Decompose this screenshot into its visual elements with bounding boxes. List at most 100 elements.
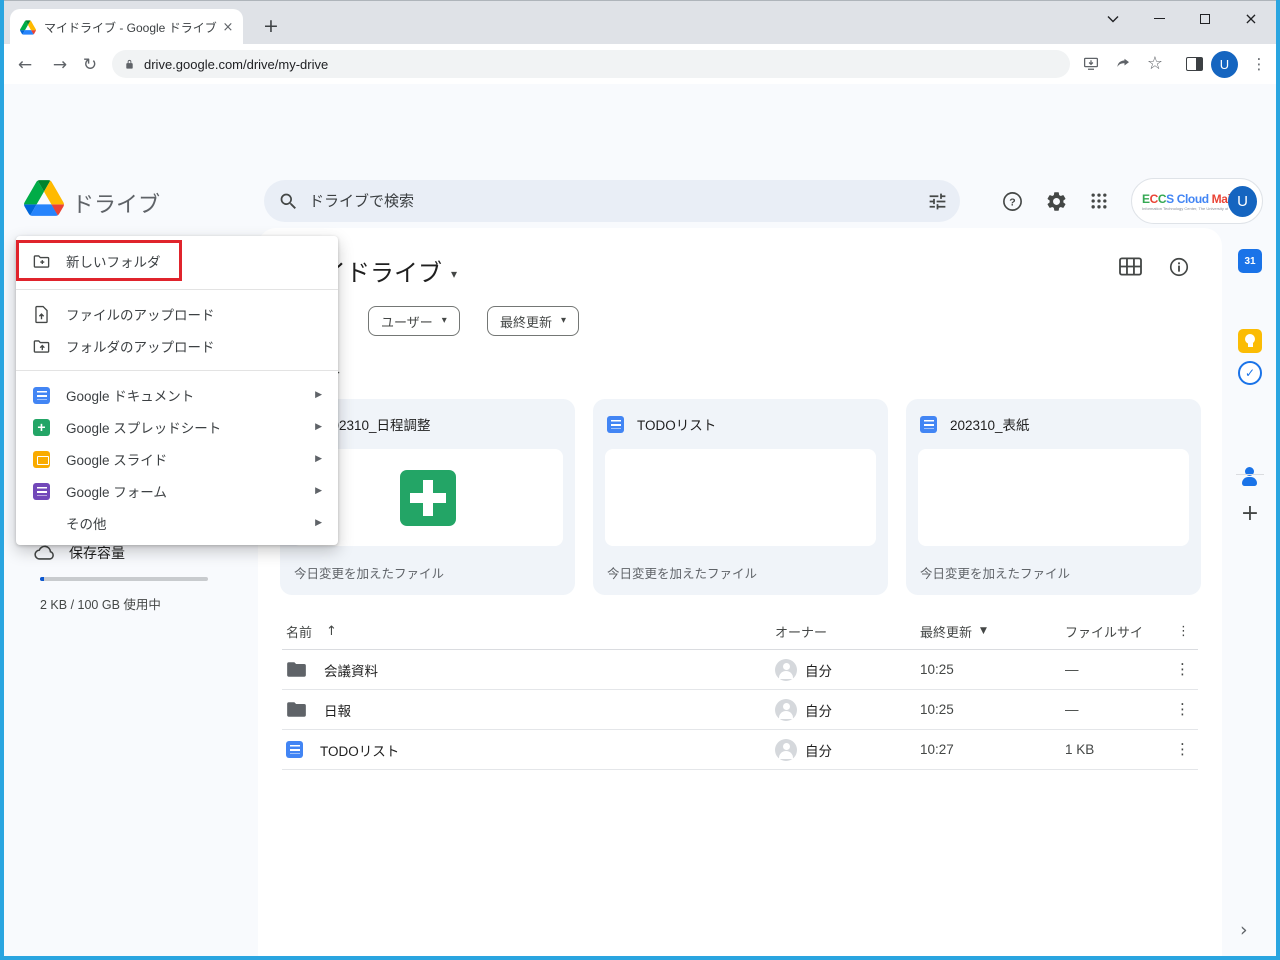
forms-icon — [33, 483, 50, 500]
eccs-account-badge[interactable]: ECCS Cloud Mail Information Technology C… — [1131, 178, 1263, 224]
table-row[interactable]: 日報 自分 10:25 — ⋮ — [282, 690, 1198, 730]
filter-chip-modified[interactable]: 最終更新▾ — [487, 306, 579, 336]
storage-progress-bar — [40, 577, 208, 581]
chevron-down-icon: ▾ — [561, 316, 566, 326]
table-row[interactable]: TODOリスト 自分 10:27 1 KB ⋮ — [282, 730, 1198, 770]
keep-icon[interactable] — [1238, 329, 1262, 353]
help-icon[interactable]: ? — [999, 188, 1025, 214]
url-text[interactable]: drive.google.com/drive/my-drive — [144, 57, 328, 72]
card-caption: 今日変更を加えたファイル — [607, 563, 757, 582]
tab-search-chevron-icon[interactable] — [1090, 2, 1136, 35]
reload-icon[interactable]: ↻ — [77, 52, 103, 78]
window-maximize-button[interactable] — [1182, 2, 1228, 35]
column-header-modified[interactable]: 最終更新 — [920, 622, 972, 641]
sort-ascending-icon[interactable]: ↑ — [326, 625, 337, 638]
side-panel-divider — [1236, 474, 1264, 475]
tab-close-icon[interactable]: × — [219, 18, 237, 36]
tasks-icon[interactable]: ✓ — [1238, 361, 1262, 385]
menu-item-google-sheets[interactable]: Google スプレッドシート ▶ — [16, 411, 338, 443]
suggested-card-3[interactable]: 202310_表紙 今日変更を加えたファイル — [906, 399, 1201, 595]
column-options-kebab-icon[interactable]: ⋮ — [1177, 614, 1190, 649]
grid-view-toggle-icon[interactable] — [1118, 256, 1143, 277]
hide-side-panel-chevron-icon[interactable]: › — [1240, 921, 1248, 940]
modified-time: 10:27 — [920, 730, 954, 769]
card-preview[interactable] — [605, 449, 876, 546]
card-title: 202310_表紙 — [950, 414, 1030, 434]
storage-label: 保存容量 — [69, 543, 125, 563]
menu-item-google-forms[interactable]: Google フォーム ▶ — [16, 475, 338, 507]
browser-profile-avatar[interactable]: U — [1211, 51, 1238, 78]
bookmark-star-icon[interactable]: ☆ — [1142, 51, 1168, 77]
suggested-card-2[interactable]: TODOリスト 今日変更を加えたファイル — [593, 399, 888, 595]
file-size: — — [1065, 650, 1143, 689]
svg-text:?: ? — [1009, 196, 1015, 208]
side-panel-icon[interactable] — [1181, 51, 1207, 77]
file-name[interactable]: 日報 — [324, 700, 351, 720]
submenu-arrow-icon: ▶ — [315, 423, 322, 432]
card-preview[interactable] — [918, 449, 1189, 546]
search-options-tune-icon[interactable] — [927, 191, 948, 212]
row-actions-kebab-icon[interactable]: ⋮ — [1175, 690, 1190, 729]
window-controls: × — [1090, 2, 1274, 35]
forward-icon[interactable]: → — [47, 52, 73, 78]
menu-item-file-upload[interactable]: ファイルのアップロード — [16, 298, 338, 330]
file-name[interactable]: 会議資料 — [324, 660, 378, 680]
account-avatar[interactable]: U — [1228, 186, 1257, 217]
submenu-arrow-icon: ▶ — [315, 455, 322, 464]
sheets-icon — [33, 419, 50, 436]
modified-time: 10:25 — [920, 690, 954, 729]
lock-icon — [124, 58, 135, 71]
submenu-arrow-icon: ▶ — [315, 519, 322, 528]
back-icon[interactable]: ← — [12, 52, 38, 78]
file-table: 名前 ↑ オーナー 最終更新 ▼ ファイルサイズ ⋮ 会議資料 — [282, 614, 1198, 770]
install-icon[interactable] — [1078, 51, 1104, 77]
contacts-icon[interactable] — [1238, 465, 1262, 489]
title-caret-icon[interactable]: ▾ — [451, 262, 457, 280]
row-actions-kebab-icon[interactable]: ⋮ — [1175, 730, 1190, 769]
column-header-owner[interactable]: オーナー — [775, 622, 827, 641]
owner-avatar — [775, 699, 797, 721]
search-bar[interactable] — [264, 180, 960, 222]
card-caption: 今日変更を加えたファイル — [920, 563, 1070, 582]
drive-favicon-icon — [20, 20, 36, 35]
share-icon[interactable] — [1110, 51, 1136, 77]
new-dropdown-menu: 新しいフォルダ ファイルのアップロード フォルダのアップロード Google ド… — [16, 236, 338, 545]
menu-item-more[interactable]: その他 ▶ — [16, 507, 338, 539]
search-icon[interactable] — [278, 191, 299, 212]
menu-item-google-slides[interactable]: Google スライド ▶ — [16, 443, 338, 475]
google-apps-grid-icon[interactable] — [1086, 188, 1112, 214]
menu-item-google-docs[interactable]: Google ドキュメント ▶ — [16, 379, 338, 411]
eccs-logo: ECCS Cloud Mail Information Technology C… — [1142, 192, 1228, 211]
details-info-icon[interactable] — [1168, 256, 1190, 278]
calendar-icon[interactable]: 31 — [1238, 249, 1262, 273]
table-header-row: 名前 ↑ オーナー 最終更新 ▼ ファイルサイズ ⋮ — [282, 614, 1198, 650]
settings-gear-icon[interactable] — [1043, 188, 1069, 214]
cloud-icon — [34, 545, 56, 561]
filter-chip-people[interactable]: ユーザー▾ — [368, 306, 460, 336]
main-content: マイドライブ ▾ 種類▾ ユーザー▾ 最終更新▾ 候補リスト 202310_日程… — [258, 228, 1222, 960]
column-header-name[interactable]: 名前 — [286, 622, 312, 641]
docs-file-icon — [920, 416, 937, 433]
card-title: 202310_日程調整 — [324, 414, 431, 434]
browser-menu-kebab-icon[interactable]: ⋮ — [1246, 51, 1272, 77]
browser-tab[interactable]: マイドライブ - Google ドライブ × — [10, 9, 243, 45]
column-header-size[interactable]: ファイルサイズ — [1065, 622, 1143, 641]
get-addons-plus-icon[interactable]: + — [1238, 502, 1262, 526]
owner-avatar — [775, 659, 797, 681]
tab-title: マイドライブ - Google ドライブ — [44, 19, 219, 36]
window-close-button[interactable]: × — [1228, 2, 1274, 35]
table-row[interactable]: 会議資料 自分 10:25 — ⋮ — [282, 650, 1198, 690]
row-actions-kebab-icon[interactable]: ⋮ — [1175, 650, 1190, 689]
new-tab-button[interactable]: + — [258, 13, 284, 39]
drive-logo — [24, 180, 64, 216]
menu-divider — [16, 370, 338, 371]
menu-item-folder-upload[interactable]: フォルダのアップロード — [16, 330, 338, 362]
address-bar[interactable]: drive.google.com/drive/my-drive — [112, 50, 1070, 78]
search-input[interactable] — [309, 193, 917, 210]
storage-section[interactable]: 保存容量 — [34, 543, 125, 563]
caret-down-icon: ▼ — [980, 627, 987, 636]
window-minimize-button[interactable] — [1136, 2, 1182, 35]
file-name[interactable]: TODOリスト — [320, 740, 399, 760]
card-title: TODOリスト — [637, 414, 716, 434]
folder-upload-icon — [32, 337, 51, 356]
